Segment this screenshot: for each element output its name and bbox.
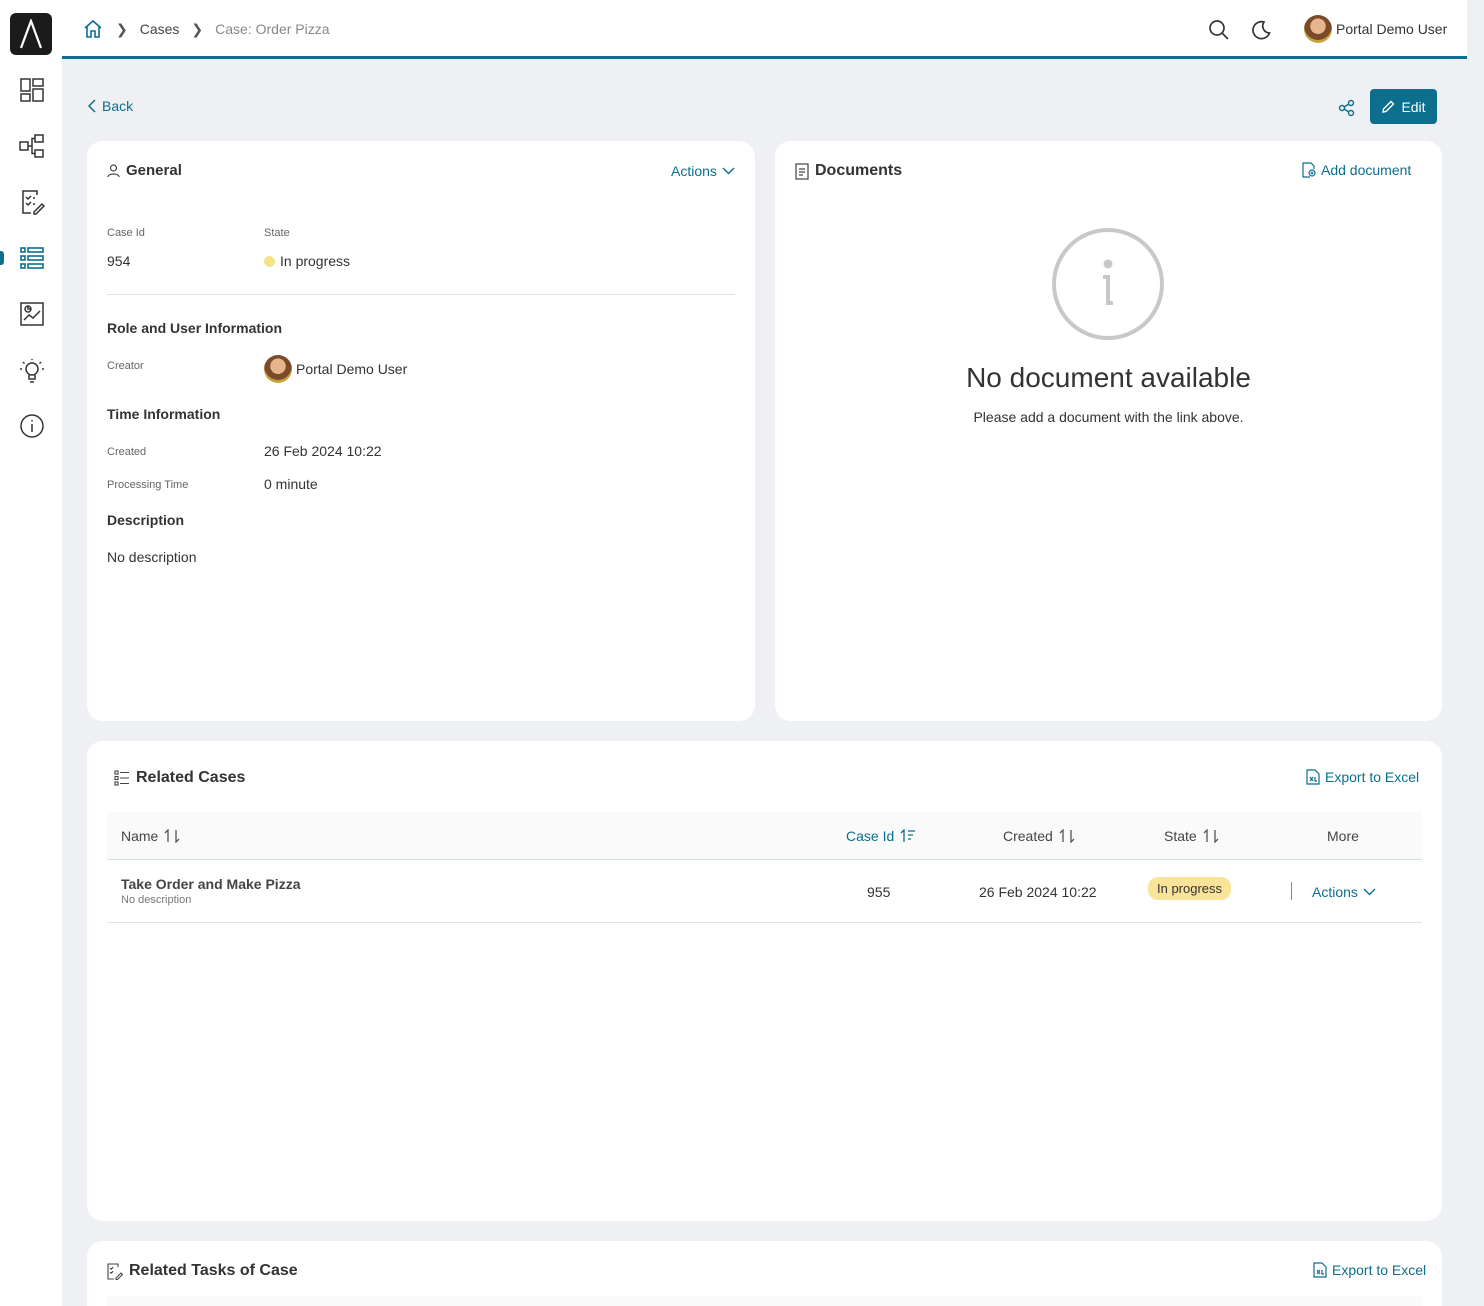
processing-value: 0 minute [264,476,318,492]
sort-icon [1059,829,1075,843]
table-header [107,1296,1422,1306]
user-name: Portal Demo User [1336,21,1448,37]
state-label: State [264,227,290,239]
user-menu[interactable]: Portal Demo User [1304,15,1447,43]
cases-icon [20,247,44,269]
export-label: Export to Excel [1325,769,1420,785]
chevron-down-icon [1363,888,1376,896]
column-created[interactable]: Created [1003,828,1075,844]
search-icon[interactable] [1208,19,1230,41]
pencil-icon [1381,100,1395,114]
general-title: General [107,162,182,179]
processing-label: Processing Time [107,479,189,491]
time-section-title: Time Information [107,406,221,422]
info-icon [1051,227,1165,341]
column-more: More [1327,828,1359,844]
sidebar-item-dashboard[interactable] [17,75,47,105]
chevron-down-icon [722,167,735,175]
process-icon [19,134,44,158]
row-actions-menu[interactable]: Actions [1312,884,1376,900]
sidebar [0,0,62,1306]
divider [107,294,735,295]
add-document-label: Add document [1321,162,1412,178]
state-value: In progress [264,253,350,269]
row-created: 26 Feb 2024 10:22 [979,884,1097,900]
chevron-left-icon [88,99,96,113]
actions-label: Actions [1312,884,1358,900]
actions-label: Actions [671,163,717,179]
avatar [1304,15,1332,43]
description-value: No description [107,549,197,565]
tasks-icon [107,1262,123,1280]
back-label: Back [102,98,134,114]
add-document-button[interactable]: Add document [1302,162,1411,178]
table-header: Name Case Id Created State More [107,812,1422,860]
case-id-value: 954 [107,253,131,269]
column-case-id[interactable]: Case Id [846,828,916,844]
excel-file-icon [1306,769,1320,785]
portal-logo-icon[interactable] [10,13,52,55]
created-label: Created [107,446,147,458]
add-file-icon [1302,162,1316,178]
column-name[interactable]: Name [121,828,180,844]
status-badge: In progress [1148,877,1232,900]
description-title: Description [107,512,185,528]
edit-label: Edit [1401,98,1426,115]
created-value: 26 Feb 2024 10:22 [264,443,382,459]
dashboard-icon [20,78,44,102]
sidebar-item-about[interactable] [17,411,47,441]
export-label: Export to Excel [1332,1262,1427,1278]
related-tasks-title: Related Tasks of Case [107,1262,298,1280]
avatar [264,355,292,383]
empty-title: No document available [966,362,1251,393]
divider [1291,882,1292,900]
list-icon [114,770,130,786]
export-excel-button[interactable]: Export to Excel [1313,1262,1426,1278]
empty-subtitle: Please add a document with the link abov… [973,409,1244,425]
statistics-icon [20,302,44,326]
user-icon [107,163,120,178]
excel-file-icon [1313,1262,1327,1278]
home-icon[interactable] [82,18,104,40]
row-case-id: 955 [867,884,891,900]
breadcrumb: ❯ Cases ❯ Case: Order Pizza [82,18,330,40]
sort-ascending-icon [900,829,916,843]
sidebar-item-statistics[interactable] [17,299,47,329]
chevron-right-icon: ❯ [191,20,204,37]
case-id-label: Case Id [107,227,145,239]
sort-icon [1203,829,1219,843]
sidebar-item-processes[interactable] [17,131,47,161]
lightbulb-icon [20,359,44,383]
sidebar-item-tasks[interactable] [17,187,47,217]
row-name[interactable]: Take Order and Make Pizza [121,876,300,892]
document-icon [795,162,809,180]
chevron-right-icon: ❯ [116,20,128,37]
breadcrumb-current: Case: Order Pizza [215,21,330,37]
share-icon[interactable] [1336,97,1358,119]
general-actions-menu[interactable]: Actions [671,163,735,179]
info-icon [20,414,44,438]
general-card [87,141,755,721]
documents-title: Documents [795,162,902,180]
breadcrumb-cases[interactable]: Cases [140,21,180,37]
creator-value: Portal Demo User [264,355,407,383]
creator-label: Creator [107,360,144,372]
related-cases-title: Related Cases [114,769,245,787]
active-indicator [0,251,4,265]
back-button[interactable]: Back [88,98,133,114]
column-state[interactable]: State [1164,828,1219,844]
sidebar-item-ideas[interactable] [17,355,47,385]
edit-button[interactable]: Edit [1370,89,1437,124]
role-section-title: Role and User Information [107,320,283,336]
row-description: No description [121,894,192,906]
dark-mode-icon[interactable] [1250,19,1272,41]
export-excel-button[interactable]: Export to Excel [1306,769,1419,785]
sidebar-item-cases[interactable] [17,243,47,273]
sort-icon [164,829,180,843]
state-dot [264,256,275,267]
top-header: ❯ Cases ❯ Case: Order Pizza Portal Demo … [62,0,1467,59]
table-row[interactable]: Take Order and Make Pizza No description… [107,860,1422,923]
tasks-icon [22,190,46,215]
